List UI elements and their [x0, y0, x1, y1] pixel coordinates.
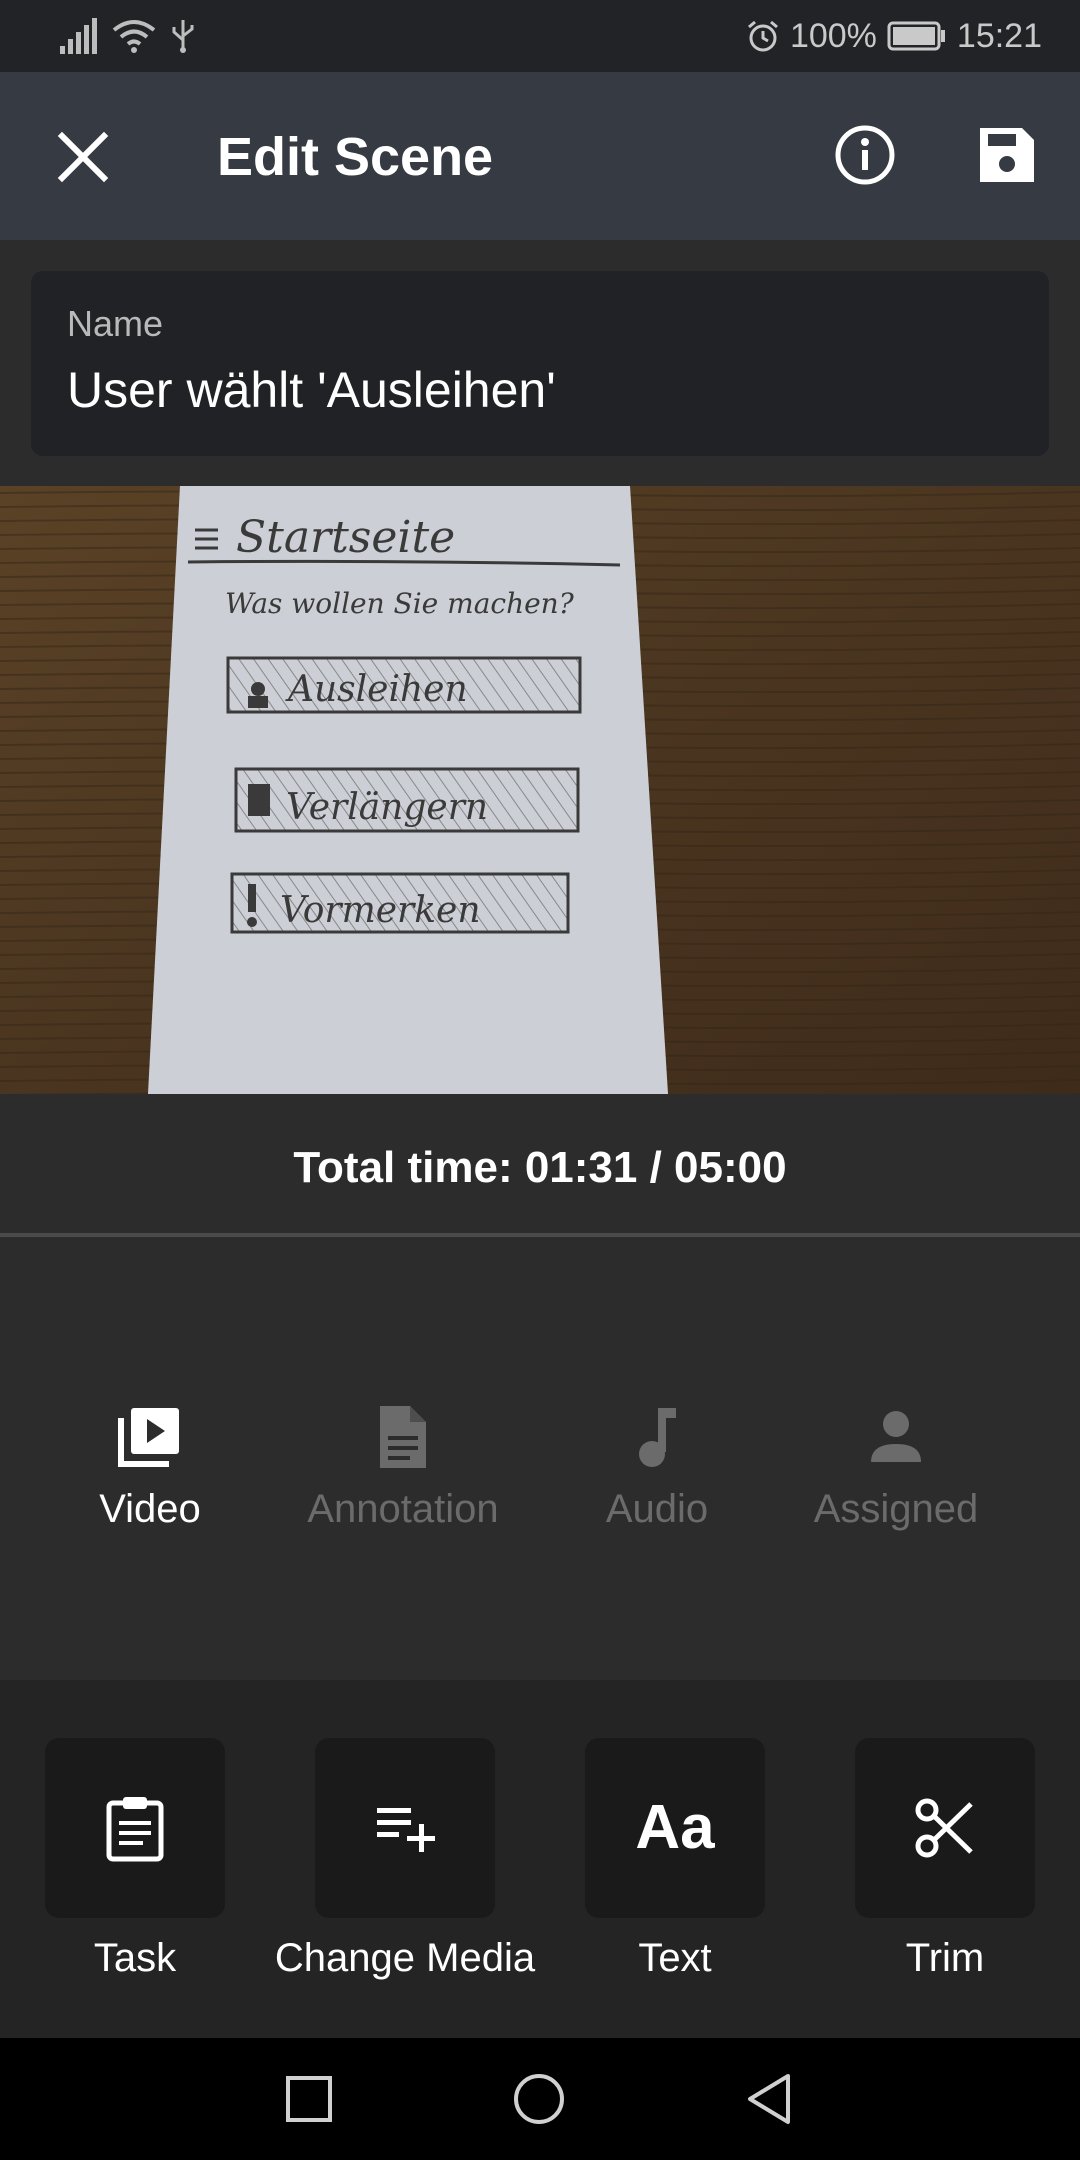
change-media-button[interactable]: Change Media	[275, 1738, 535, 1980]
paper-sketch-image: Startseite Was wollen Sie machen? Auslei…	[0, 486, 1080, 1094]
sketch-question: Was wollen Sie machen?	[225, 587, 575, 620]
playlist-add-icon	[377, 1808, 435, 1852]
tab-audio-label: Audio	[605, 1487, 709, 1531]
battery-icon	[887, 21, 945, 51]
text-tile[interactable]: Aa	[585, 1738, 765, 1918]
media-tabs: Video Annotation Audio Assigned	[0, 1237, 1080, 1680]
sketch-button-1: Ausleihen	[285, 669, 468, 710]
page-title: Edit Scene	[217, 127, 494, 187]
sketch-button-3: Vormerken	[280, 890, 481, 931]
status-bar: 100% 15:21	[0, 0, 1080, 72]
tab-video-label: Video	[99, 1487, 201, 1531]
text-icon: Aa	[635, 1793, 715, 1862]
battery-percent: 100%	[789, 16, 877, 55]
music-note-icon	[639, 1408, 676, 1467]
app-bar: Edit Scene	[0, 72, 1080, 240]
task-tile[interactable]	[45, 1738, 225, 1918]
sketch-title: Startseite	[236, 512, 455, 563]
tab-audio[interactable]: Audio	[527, 1237, 787, 1680]
total-time: Total time: 01:31 / 05:00	[0, 1094, 1080, 1232]
usb-icon	[172, 20, 194, 53]
clipboard-icon	[106, 1797, 164, 1862]
tab-assigned[interactable]: Assigned	[766, 1237, 1026, 1680]
clock: 15:21	[956, 16, 1042, 55]
document-icon	[380, 1406, 426, 1468]
video-preview[interactable]: Startseite Was wollen Sie machen? Auslei…	[0, 486, 1080, 1094]
close-icon[interactable]	[50, 124, 116, 190]
home-icon[interactable]	[512, 2072, 566, 2126]
save-icon[interactable]	[974, 122, 1040, 188]
tab-annotation[interactable]: Annotation	[273, 1237, 533, 1680]
name-label: Name	[67, 303, 164, 344]
text-label: Text	[638, 1936, 712, 1980]
person-icon	[871, 1411, 921, 1462]
text-button[interactable]: Aa Text	[585, 1738, 765, 1980]
recent-apps-icon[interactable]	[284, 2074, 334, 2124]
scissors-icon	[915, 1798, 973, 1858]
trim-tile[interactable]	[855, 1738, 1035, 1918]
change-media-tile[interactable]	[315, 1738, 495, 1918]
trim-button[interactable]: Trim	[855, 1738, 1035, 1980]
tab-annotation-label: Annotation	[307, 1487, 499, 1531]
change-media-label: Change Media	[274, 1936, 536, 1980]
name-field[interactable]: Name User wählt 'Ausleihen'	[31, 271, 1049, 456]
trim-label: Trim	[905, 1936, 985, 1980]
wifi-icon	[112, 20, 156, 53]
alarm-icon	[747, 20, 778, 52]
action-bar: Task Change Media Aa Text Trim	[0, 1680, 1080, 2038]
signal-icon	[60, 18, 97, 54]
back-icon[interactable]	[744, 2072, 794, 2126]
tab-assigned-label: Assigned	[813, 1487, 979, 1531]
name-value[interactable]: User wählt 'Ausleihen'	[67, 361, 556, 419]
info-icon[interactable]	[832, 122, 898, 188]
video-library-icon	[118, 1408, 179, 1467]
sketch-button-2: Verlängern	[286, 787, 488, 828]
task-label: Task	[93, 1936, 177, 1980]
system-nav-bar	[0, 2038, 1080, 2160]
tab-video[interactable]: Video	[20, 1237, 280, 1680]
task-button[interactable]: Task	[45, 1738, 225, 1980]
